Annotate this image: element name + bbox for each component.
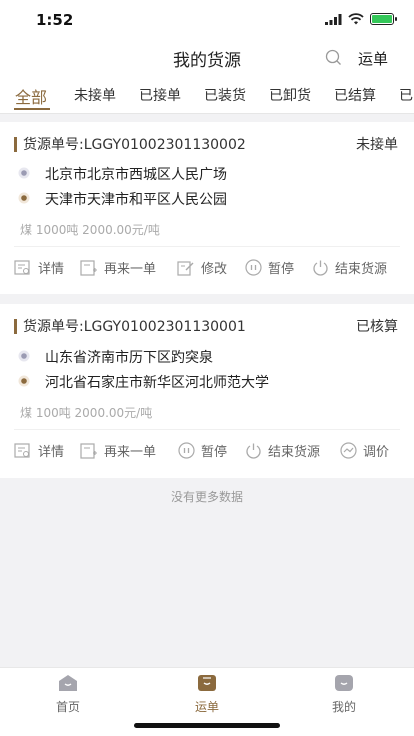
cargo-card[interactable]: 货源单号:LGGY01002301130001 已核算 山东省济南市历下区趵突泉…	[0, 304, 414, 478]
detail-icon	[14, 442, 30, 458]
price-trend-icon	[340, 442, 357, 459]
status-time: 1:52	[36, 11, 74, 29]
card-accent-bar	[14, 319, 17, 334]
action-label: 修改	[201, 262, 228, 277]
nav-bar: 我的货源 运单	[0, 40, 414, 76]
adjust-price-button[interactable]: 调价	[340, 441, 389, 460]
power-icon	[313, 260, 328, 276]
detail-button[interactable]: 详情	[14, 258, 64, 277]
home-indicator	[134, 723, 280, 728]
waybill-button[interactable]: 运单	[358, 48, 388, 69]
reorder-icon	[80, 259, 97, 276]
origin-dot-icon	[18, 350, 30, 362]
action-label: 再来一单	[104, 445, 157, 460]
no-more-data: 没有更多数据	[170, 490, 243, 504]
action-label: 暂停	[201, 445, 228, 460]
waybill-icon	[198, 675, 216, 691]
cargo-info: 煤 100吨 2000.00元/吨	[20, 406, 153, 420]
tab-not-accepted[interactable]: 未接单	[74, 85, 116, 105]
home-icon	[59, 675, 77, 691]
tab-accepted[interactable]: 已接单	[139, 85, 181, 105]
end-source-button[interactable]: 结束货源	[312, 258, 387, 277]
tab-loaded[interactable]: 已装货	[204, 85, 246, 105]
cargo-number: 货源单号:LGGY01002301130001	[23, 319, 246, 335]
tabbar-item-home[interactable]: 首页	[38, 674, 98, 715]
tabbar-item-mine[interactable]: 我的	[314, 674, 374, 715]
end-source-button[interactable]: 结束货源	[245, 441, 320, 460]
tab-all[interactable]: 全部	[15, 84, 47, 108]
origin-address: 北京市北京市西城区人民广场	[45, 167, 227, 183]
pause-icon	[178, 442, 195, 459]
destination-dot-icon	[18, 375, 30, 387]
card-accent-bar	[14, 137, 17, 152]
route-origin: 北京市北京市西城区人民广场	[18, 164, 400, 186]
action-label: 详情	[38, 445, 65, 460]
tab-unloaded[interactable]: 已卸货	[269, 85, 311, 105]
cargo-number: 货源单号:LGGY01002301130002	[23, 137, 246, 153]
edit-icon	[177, 260, 194, 276]
pause-button[interactable]: 暂停	[178, 441, 227, 460]
action-label: 调价	[363, 445, 390, 460]
card-actions: 详情 再来一单 暂停 结束货源 调价	[14, 441, 414, 463]
status-icons	[325, 13, 397, 25]
tabbar-item-waybill[interactable]: 运单	[177, 674, 237, 715]
card-header: 货源单号:LGGY01002301130002 未接单	[14, 134, 400, 156]
cargo-info: 煤 1000吨 2000.00元/吨	[20, 223, 160, 237]
battery-icon	[370, 13, 397, 25]
destination-address: 河北省石家庄市新华区河北师范大学	[45, 375, 269, 391]
route-destination: 河北省石家庄市新华区河北师范大学	[18, 372, 400, 394]
divider	[14, 429, 400, 430]
search-icon[interactable]	[325, 49, 342, 66]
tabbar-label: 运单	[194, 700, 219, 714]
edit-button[interactable]: 修改	[177, 258, 227, 277]
action-label: 结束货源	[335, 262, 388, 277]
action-label: 暂停	[268, 262, 295, 277]
pause-icon	[245, 259, 262, 276]
action-label: 再来一单	[104, 262, 157, 277]
tab-settled[interactable]: 已结算	[334, 85, 376, 105]
status-badge: 已核算	[356, 319, 398, 335]
action-label: 详情	[38, 262, 65, 277]
destination-address: 天津市天津市和平区人民公园	[45, 192, 227, 208]
status-bar: 1:52	[0, 0, 414, 40]
route-destination: 天津市天津市和平区人民公园	[18, 189, 400, 211]
route-origin: 山东省济南市历下区趵突泉	[18, 347, 400, 369]
cargo-card[interactable]: 货源单号:LGGY01002301130002 未接单 北京市北京市西城区人民广…	[0, 122, 414, 294]
detail-button[interactable]: 详情	[14, 441, 64, 460]
tabbar-label: 首页	[55, 700, 80, 714]
pause-button[interactable]: 暂停	[245, 258, 294, 277]
reorder-icon	[80, 442, 97, 459]
card-actions: 详情 再来一单 修改 暂停 结束货源	[14, 258, 414, 280]
status-badge: 未接单	[356, 137, 398, 153]
reorder-button[interactable]: 再来一单	[80, 441, 156, 460]
card-header: 货源单号:LGGY01002301130001 已核算	[14, 316, 400, 338]
detail-icon	[14, 259, 30, 275]
signal-icon	[325, 13, 342, 25]
action-label: 结束货源	[268, 445, 321, 460]
reorder-button[interactable]: 再来一单	[80, 258, 156, 277]
page-title: 我的货源	[173, 51, 241, 71]
tabbar-label: 我的	[331, 700, 356, 714]
divider	[14, 246, 400, 247]
tab-underline	[14, 108, 50, 110]
tab-more[interactable]: 已	[399, 85, 413, 105]
destination-dot-icon	[18, 192, 30, 204]
power-icon	[246, 443, 261, 459]
status-tabs: 全部 未接单 已接单 已装货 已卸货 已结算 已	[0, 76, 414, 114]
profile-icon	[335, 675, 353, 691]
wifi-icon	[348, 13, 364, 25]
origin-dot-icon	[18, 167, 30, 179]
origin-address: 山东省济南市历下区趵突泉	[45, 350, 213, 366]
